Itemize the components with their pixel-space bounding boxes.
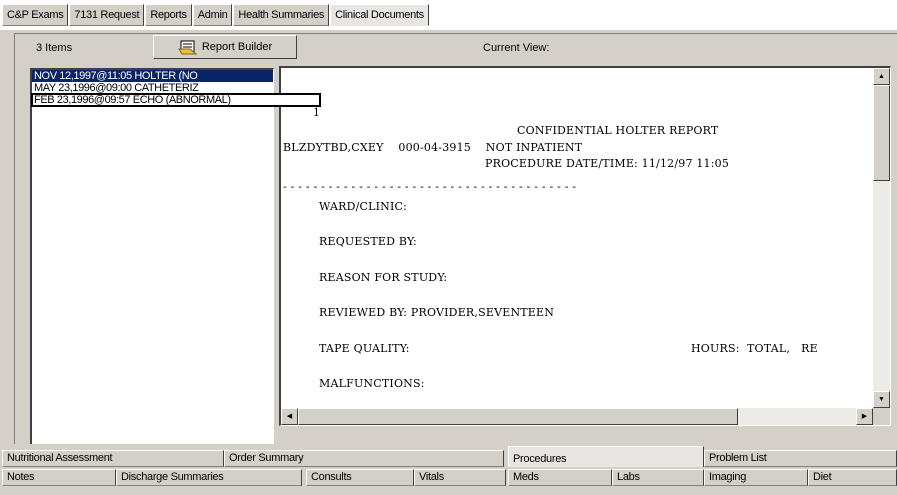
report-viewer[interactable]: 1 CONFIDENTIAL HOLTER REPORT BLZDYTBD,CX… (279, 66, 891, 426)
tab-clinical-documents[interactable]: Clinical Documents (330, 4, 429, 26)
tab-consults[interactable]: Consults (306, 469, 414, 486)
tab-problem-list[interactable]: Problem List (704, 450, 897, 467)
report-field: TAPE QUALITY: (319, 342, 410, 355)
report-patient-line: BLZDYTBD,CXEY 000-04-3915 NOT INPATIENT (283, 141, 583, 154)
bottom-tab-bar: Nutritional Assessment Order Summary Pro… (0, 444, 897, 495)
tab-admin[interactable]: Admin (192, 4, 233, 26)
top-tab-bar: C&P Exams 7131 Request Reports Admin Hea… (0, 0, 897, 30)
report-field: MALFUNCTIONS: (319, 377, 425, 390)
list-item[interactable]: MAY 23,1996@09:00 CATHETERIZ (32, 82, 273, 94)
scroll-corner (873, 408, 890, 425)
tab-procedures[interactable]: Procedures (508, 446, 704, 467)
tab-nutritional-assessment[interactable]: Nutritional Assessment (2, 450, 224, 467)
report-procedure-line: PROCEDURE DATE/TIME: 11/12/97 11:05 (485, 157, 730, 170)
scroll-down-icon[interactable]: ▼ (873, 391, 890, 408)
bottom-tabs-row1: Nutritional Assessment Order Summary Pro… (0, 446, 897, 467)
vertical-scrollbar[interactable]: ▲ ▼ (873, 68, 890, 408)
document-list[interactable]: NOV 12,1997@11:05 HOLTER (NO MAY 23,1996… (30, 68, 274, 464)
tab-meds[interactable]: Meds (508, 469, 612, 486)
report-builder-button[interactable]: Report Builder (153, 35, 297, 59)
list-item-focused[interactable]: FEB 23,1996@09:57 ECHO (ABNORMAL) (31, 93, 321, 107)
tab-health-summaries[interactable]: Health Summaries (233, 4, 330, 26)
horizontal-scroll-thumb[interactable] (298, 408, 738, 425)
top-tabs: C&P Exams 7131 Request Reports Admin Hea… (2, 4, 430, 26)
report-builder-label: Report Builder (201, 41, 273, 53)
report-text: 1 CONFIDENTIAL HOLTER REPORT BLZDYTBD,CX… (281, 68, 871, 408)
report-builder-icon (177, 40, 198, 55)
items-count: 3 Items (36, 42, 73, 54)
tab-cp-exams[interactable]: C&P Exams (2, 4, 69, 26)
scroll-left-icon[interactable]: ◀ (281, 408, 298, 425)
report-field: REVIEWED BY: PROVIDER,SEVENTEEN (319, 306, 555, 319)
list-item[interactable]: NOV 12,1997@11:05 HOLTER (NO (32, 70, 273, 82)
tab-order-summary[interactable]: Order Summary (224, 450, 504, 467)
report-title: CONFIDENTIAL HOLTER REPORT (517, 124, 719, 137)
tab-imaging[interactable]: Imaging (704, 469, 808, 486)
report-field: REASON FOR STUDY: (319, 271, 448, 284)
report-page-num: 1 (313, 106, 321, 119)
scroll-right-icon[interactable]: ▶ (856, 408, 873, 425)
splitter[interactable] (274, 68, 278, 464)
bottom-tabs-row2: Notes Discharge Summaries Consults Vital… (0, 469, 897, 486)
tab-diet[interactable]: Diet (808, 469, 897, 486)
current-view-label: Current View: (483, 42, 550, 54)
tab-reports[interactable]: Reports (145, 4, 192, 26)
tab-notes[interactable]: Notes (2, 469, 116, 486)
report-field: WARD/CLINIC: (319, 200, 408, 213)
tab-vitals[interactable]: Vitals (414, 469, 506, 486)
report-field: REQUESTED BY: (319, 235, 417, 248)
report-hours: HOURS: TOTAL, RE (691, 342, 818, 355)
tab-discharge-summaries[interactable]: Discharge Summaries (116, 469, 302, 486)
horizontal-scrollbar[interactable]: ◀ ▶ (281, 408, 873, 425)
report-divider: - - - - - - - - - - - - - - - - - - - - … (283, 180, 577, 193)
tab-labs[interactable]: Labs (612, 469, 704, 486)
tab-7131-request[interactable]: 7131 Request (69, 4, 145, 26)
vertical-scroll-thumb[interactable] (873, 85, 890, 181)
scroll-up-icon[interactable]: ▲ (873, 68, 890, 85)
